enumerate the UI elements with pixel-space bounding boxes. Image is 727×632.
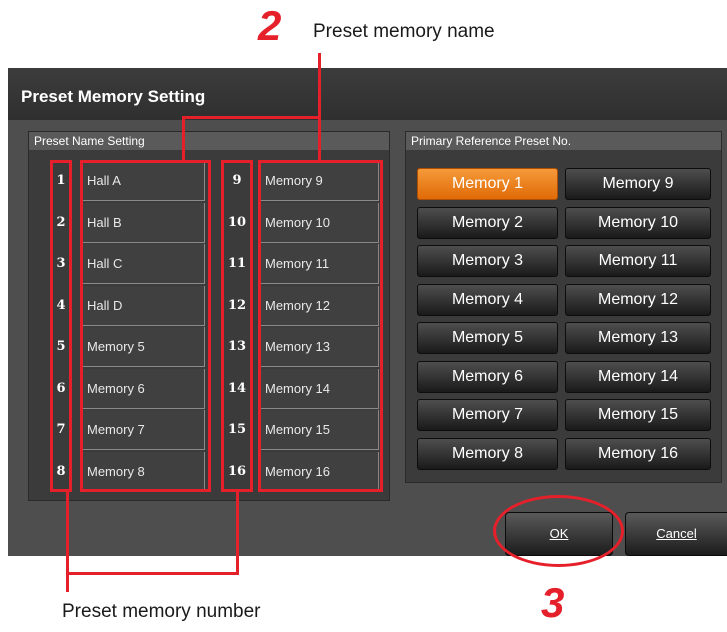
- step-3-number: 3: [541, 579, 565, 626]
- memory-button[interactable]: Memory 7: [417, 399, 558, 431]
- step-2-number: 2: [258, 2, 282, 49]
- memory-button[interactable]: Memory 2: [417, 206, 558, 239]
- number-highlight-box-left: [50, 160, 72, 492]
- ok-highlight-ellipse: [493, 495, 624, 567]
- number-callout-bracket: [66, 572, 239, 575]
- memory-button[interactable]: Memory 15: [565, 399, 711, 431]
- memory-button[interactable]: Memory 11: [565, 245, 711, 277]
- name-callout-bracket: [182, 116, 320, 119]
- memory-button[interactable]: Memory 8: [417, 437, 558, 470]
- dialog-title: Preset Memory Setting: [21, 87, 206, 106]
- name-highlight-box-right: [258, 160, 383, 492]
- memory-button[interactable]: Memory 6: [417, 360, 558, 393]
- cancel-button[interactable]: Cancel: [625, 512, 727, 556]
- name-highlight-box-left: [80, 160, 211, 492]
- step-3-label: Preset memory number: [62, 601, 261, 622]
- memory-button[interactable]: Memory 14: [565, 360, 711, 393]
- memory-button[interactable]: Memory 4: [417, 283, 558, 316]
- memory-button[interactable]: Memory 16: [565, 437, 711, 470]
- name-callout-bracket-left: [182, 116, 185, 160]
- name-callout-line: [318, 53, 321, 160]
- memory-button[interactable]: Memory 3: [417, 245, 558, 277]
- memory-button[interactable]: Memory 1: [417, 168, 558, 200]
- number-callout-line: [66, 492, 69, 592]
- number-callout-bracket-right: [236, 492, 239, 575]
- preset-name-panel-header: Preset Name Setting: [29, 132, 389, 150]
- step-2-label: Preset memory name: [313, 21, 495, 42]
- number-highlight-box-right: [221, 160, 253, 492]
- memory-button[interactable]: Memory 13: [565, 322, 711, 354]
- memory-button[interactable]: Memory 12: [565, 283, 711, 316]
- memory-button[interactable]: Memory 5: [417, 322, 558, 354]
- primary-reference-panel-header: Primary Reference Preset No.: [406, 132, 721, 150]
- memory-button[interactable]: Memory 10: [565, 206, 711, 239]
- memory-button[interactable]: Memory 9: [565, 168, 711, 200]
